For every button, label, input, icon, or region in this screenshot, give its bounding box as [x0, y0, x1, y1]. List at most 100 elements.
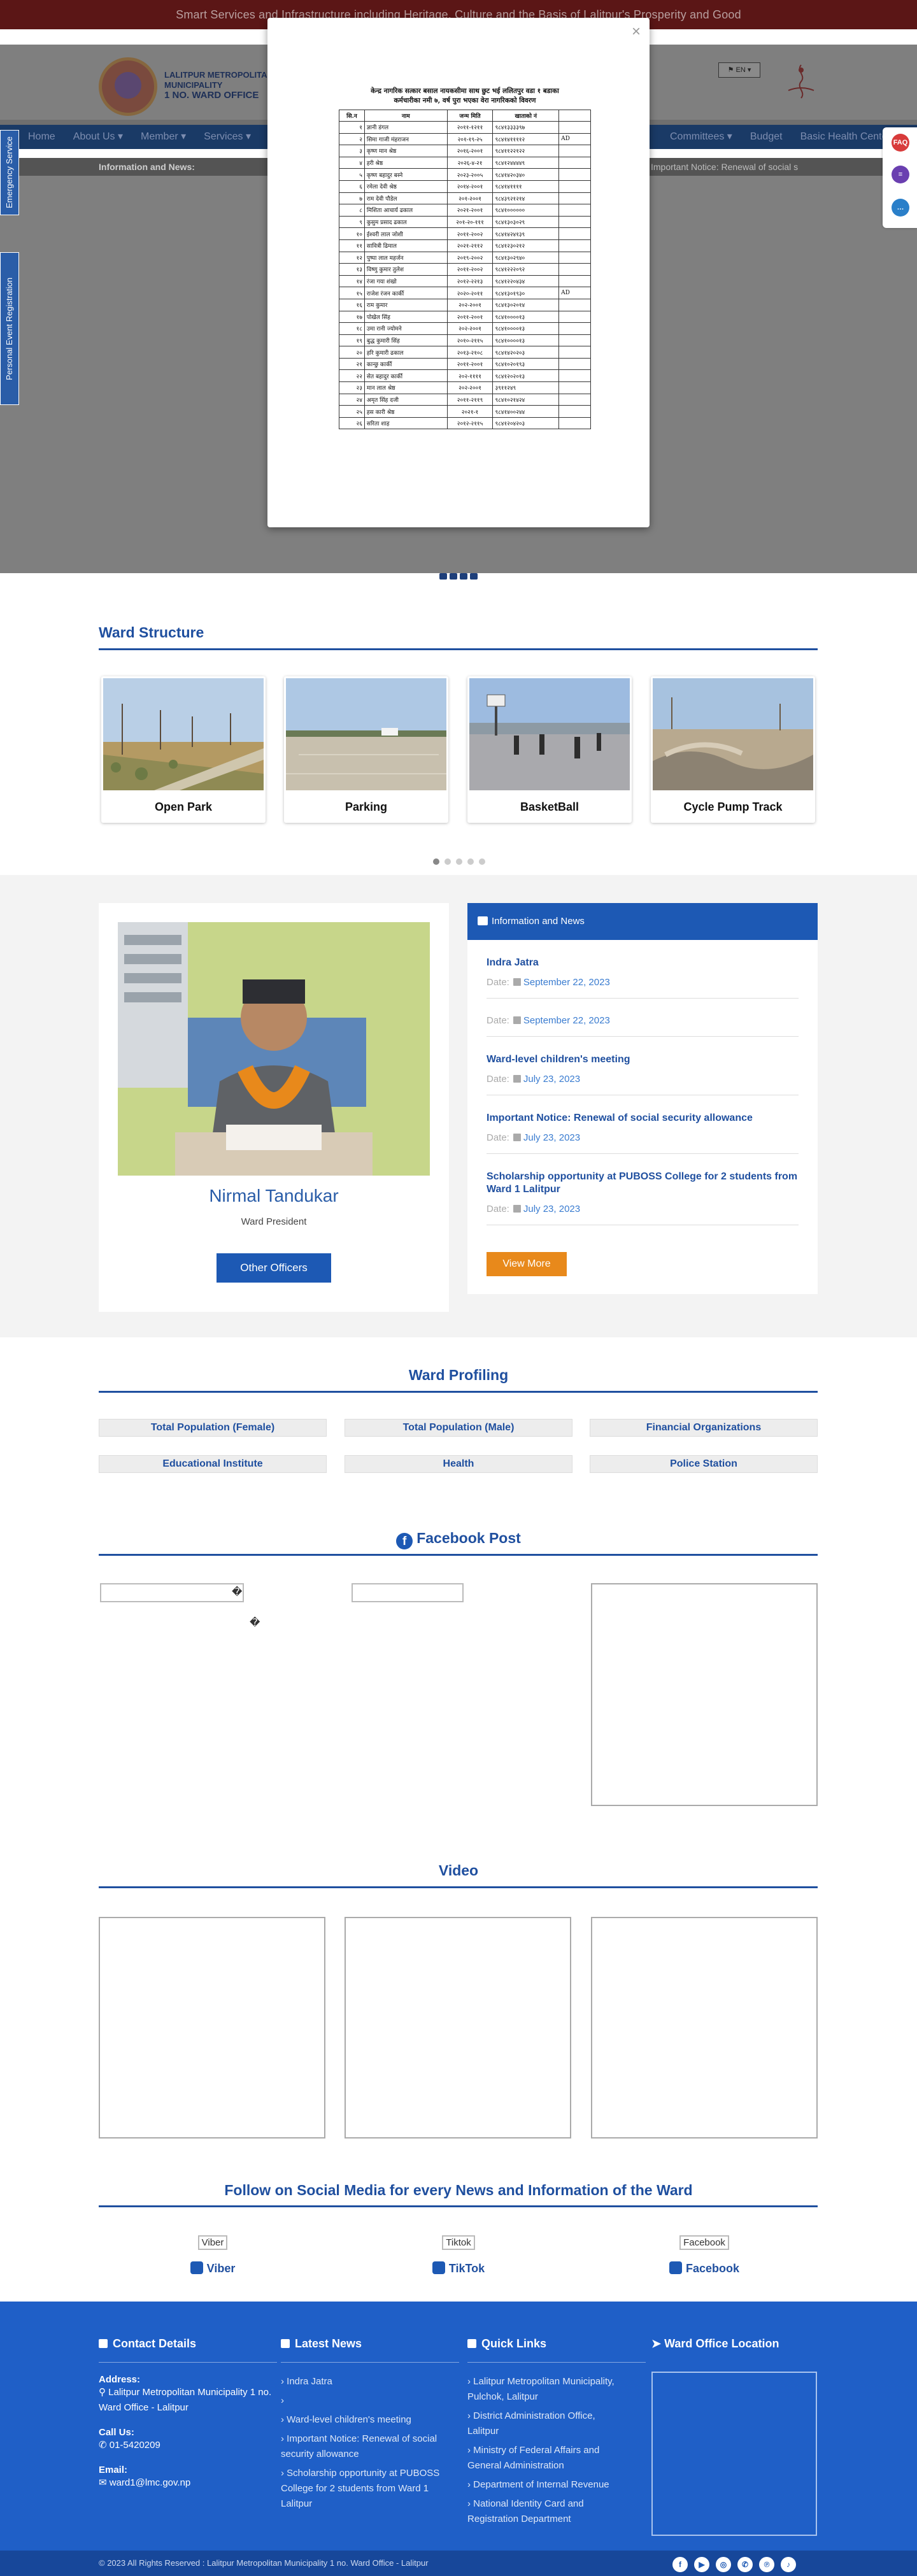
table-cell: १५	[339, 287, 365, 299]
language-switch[interactable]: ⚑ EN ▾	[718, 62, 760, 78]
table-cell	[558, 393, 591, 406]
facebook-post-image-broken[interactable]	[100, 1583, 244, 1602]
slider-dot[interactable]	[460, 573, 467, 580]
table-cell: ९८४१३०१९३०	[492, 287, 560, 299]
nav-committees[interactable]: Committees ▾	[642, 125, 741, 149]
nav-about[interactable]: About Us ▾	[64, 125, 132, 149]
slider-dot[interactable]	[439, 573, 447, 580]
personal-event-registration-tab[interactable]: Personal Event Registration	[0, 252, 19, 405]
profile-total-population-female[interactable]: Total Population (Female)	[99, 1419, 327, 1437]
structure-card-open-park[interactable]: Open Park	[101, 676, 266, 823]
viber-link[interactable]: Viber	[168, 2261, 257, 2275]
profile-educational-institute[interactable]: Educational Institute	[99, 1455, 327, 1473]
video-frame[interactable]	[345, 1917, 571, 2138]
slider-dot[interactable]	[433, 858, 439, 865]
news-item[interactable]: Ward-level children's meeting Date: July …	[487, 1053, 799, 1095]
news-link-text: Ward-level children's meeting	[287, 2414, 411, 2425]
facebook-embed-frame[interactable]	[591, 1583, 818, 1806]
table-cell: ९८४१२४४४४९	[492, 156, 560, 169]
viber-icon[interactable]: ℗	[759, 2557, 774, 2572]
news-title[interactable]: Important Notice: Renewal of social secu…	[487, 1112, 799, 1125]
email-value[interactable]: ✉ ward1@lmc.gov.np	[99, 2475, 277, 2491]
viber-image-broken[interactable]: Viber	[197, 2235, 228, 2250]
quick-link[interactable]: › District Administration Office, Lalitp…	[467, 2409, 627, 2439]
youtube-icon[interactable]: ▶	[694, 2557, 709, 2572]
news-link[interactable]: › Indra Jatra	[281, 2374, 453, 2389]
whatsapp-icon[interactable]: ✆	[737, 2557, 753, 2572]
table-cell: २६	[339, 416, 365, 430]
social-viber[interactable]: Viber Viber	[168, 2235, 257, 2275]
close-icon[interactable]: ×	[632, 24, 641, 39]
table-cell: ९८४१००००००	[492, 204, 560, 217]
news-item[interactable]: Indra Jatra Date: September 22, 2023	[487, 957, 799, 999]
faq-icon[interactable]: FAQ	[892, 134, 909, 152]
video-frame[interactable]	[591, 1917, 818, 2138]
quick-link[interactable]: › Department of Internal Revenue	[467, 2477, 627, 2493]
news-item[interactable]: Scholarship opportunity at PUBOSS Colleg…	[487, 1171, 799, 1225]
nav-member[interactable]: Member ▾	[132, 125, 195, 149]
slider-dot[interactable]	[467, 858, 474, 865]
news-title[interactable]: Indra Jatra	[487, 957, 799, 969]
news-link[interactable]: › Ward-level children's meeting	[281, 2412, 453, 2428]
emergency-service-tab[interactable]: Emergency Service	[0, 130, 19, 215]
table-row: १ ज्ञानी डंगल २०११-१२११ ९८४१३३३३९७	[339, 121, 591, 134]
news-link[interactable]: › Important Notice: Renewal of social se…	[281, 2431, 453, 2462]
facebook-post-image-broken[interactable]	[352, 1583, 464, 1602]
news-item[interactable]: Date: September 22, 2023	[487, 1015, 799, 1037]
card-label: Cycle Pump Track	[683, 801, 783, 813]
social-facebook[interactable]: Facebook Facebook	[660, 2235, 749, 2275]
structure-card-parking[interactable]: Parking	[284, 676, 448, 823]
news-item[interactable]: Important Notice: Renewal of social secu…	[487, 1112, 799, 1154]
structure-card-basketball[interactable]: BasketBall	[467, 676, 632, 823]
president-name: Nirmal Tandukar	[209, 1186, 339, 1206]
slider-dot[interactable]	[450, 573, 457, 580]
table-cell	[558, 239, 591, 252]
table-cell: हस कारी श्रेष्ठ	[364, 405, 448, 418]
profile-financial-organizations[interactable]: Financial Organizations	[590, 1419, 818, 1437]
section-rule	[99, 2205, 818, 2207]
structure-card-cycle-pump-track[interactable]: Cycle Pump Track	[651, 676, 815, 823]
location-map-frame[interactable]	[651, 2372, 817, 2536]
section-rule	[99, 1391, 818, 1393]
news-title[interactable]: Ward-level children's meeting	[487, 1053, 799, 1066]
profile-total-population-male[interactable]: Total Population (Male)	[345, 1419, 572, 1437]
nav-budget[interactable]: Budget	[741, 125, 792, 149]
chat-icon[interactable]: …	[892, 199, 909, 217]
tiktok-image-broken[interactable]: Tiktok	[442, 2235, 475, 2250]
ticker-message[interactable]: Important Notice: Renewal of social s	[651, 158, 798, 176]
tiktok-link[interactable]: TikTok	[414, 2261, 503, 2275]
quick-link[interactable]: › National Identity Card and Registratio…	[467, 2496, 627, 2527]
facebook-post-title: f Facebook Post	[0, 1530, 917, 1549]
news-link[interactable]: › Scholarship opportunity at PUBOSS Coll…	[281, 2466, 453, 2512]
facebook-link[interactable]: Facebook	[660, 2261, 749, 2275]
quick-link[interactable]: › Ministry of Federal Affairs and Genera…	[467, 2443, 627, 2473]
news-link[interactable]: ›	[281, 2393, 453, 2409]
instagram-icon[interactable]: ◎	[716, 2557, 731, 2572]
slider-dot[interactable]	[444, 858, 451, 865]
profile-police-station[interactable]: Police Station	[590, 1455, 818, 1473]
latest-news: Latest News › Indra Jatra › › Ward-level…	[281, 2337, 459, 2516]
table-cell: २०२-११११	[446, 369, 494, 383]
slider-dot[interactable]	[479, 858, 485, 865]
location-arrow-icon: ➤	[651, 2337, 665, 2350]
other-officers-button[interactable]: Other Officers	[217, 1253, 331, 1283]
document-icon[interactable]: ≡	[892, 166, 909, 183]
tiktok-icon	[432, 2261, 445, 2274]
video-frame[interactable]	[99, 1917, 325, 2138]
view-more-button[interactable]: View More	[487, 1252, 567, 1276]
table-cell	[558, 156, 591, 169]
nav-services[interactable]: Services ▾	[195, 125, 260, 149]
date-prefix: Date:	[487, 1204, 509, 1214]
slider-dot[interactable]	[456, 858, 462, 865]
municipality-logo[interactable]	[99, 57, 157, 116]
social-tiktok[interactable]: Tiktok TikTok	[414, 2235, 503, 2275]
tiktok-icon[interactable]: ♪	[781, 2557, 796, 2572]
table-cell: २४	[339, 393, 365, 406]
quick-link[interactable]: › Lalitpur Metropolitan Municipality, Pu…	[467, 2374, 627, 2405]
facebook-image-broken[interactable]: Facebook	[679, 2235, 729, 2250]
slider-dot[interactable]	[470, 573, 478, 580]
news-title[interactable]: Scholarship opportunity at PUBOSS Colleg…	[487, 1171, 799, 1196]
phone-value[interactable]: ✆ 01-5420209	[99, 2438, 277, 2453]
profile-health[interactable]: Health	[345, 1455, 572, 1473]
facebook-icon[interactable]: f	[672, 2557, 688, 2572]
